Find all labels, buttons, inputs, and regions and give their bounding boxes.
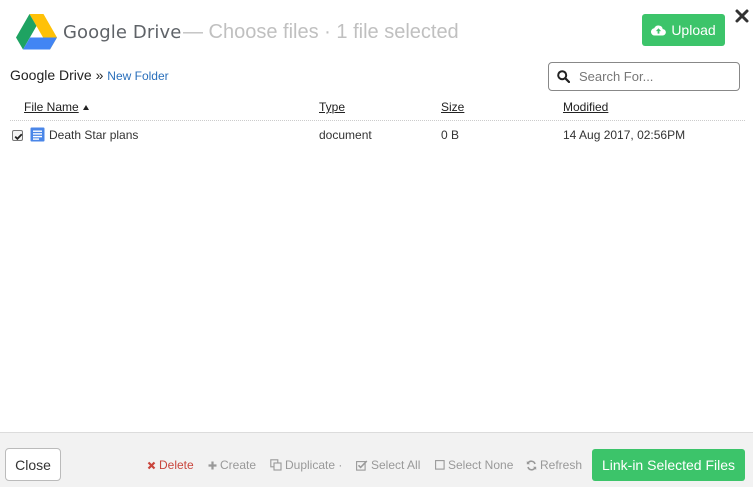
- column-label: File Name: [24, 100, 79, 114]
- file-size: 0 B: [441, 128, 460, 142]
- refresh-button[interactable]: Refresh: [526, 458, 582, 472]
- delete-button[interactable]: Delete: [147, 458, 194, 472]
- column-header-size[interactable]: Size: [441, 100, 464, 114]
- delete-icon: [147, 461, 156, 469]
- table-header: File Name Type Size Modified: [10, 100, 745, 121]
- select-none-button[interactable]: Select None: [435, 458, 513, 472]
- create-label: Create: [220, 458, 257, 472]
- google-drive-logo: [16, 14, 57, 50]
- file-modified: 14 Aug 2017, 02:56PM: [563, 128, 686, 142]
- delete-label: Delete: [159, 458, 194, 472]
- empty-box-icon: [435, 460, 445, 470]
- file-name[interactable]: Death Star plans: [49, 128, 138, 142]
- refresh-label: Refresh: [540, 458, 583, 472]
- upload-button[interactable]: Upload: [642, 14, 725, 46]
- select-all-button[interactable]: Select All: [356, 458, 420, 472]
- checkmark-icon: [14, 133, 23, 141]
- cloud-upload-icon: [651, 25, 667, 36]
- brand-name: Google Drive: [63, 22, 182, 43]
- duplicate-label: Duplicate ·: [285, 458, 343, 472]
- search-input[interactable]: [579, 69, 729, 84]
- dialog-title: — Choose files · 1 file selected: [183, 21, 459, 43]
- document-icon: [30, 127, 45, 142]
- dialog-header: Google Drive — Choose files · 1 file sel…: [0, 0, 753, 62]
- refresh-icon: [526, 459, 537, 471]
- breadcrumb-current[interactable]: New Folder: [107, 69, 168, 83]
- select-none-label: Select None: [448, 458, 514, 472]
- file-type: document: [319, 128, 372, 142]
- close-button[interactable]: Close: [5, 448, 61, 481]
- sort-ascending-icon: [82, 105, 89, 110]
- breadcrumb-root[interactable]: Google Drive: [10, 67, 92, 83]
- upload-label: Upload: [671, 22, 716, 38]
- checked-box-icon: [356, 459, 368, 471]
- row-checkbox[interactable]: [12, 130, 23, 141]
- link-in-selected-files-button[interactable]: Link-in Selected Files: [592, 449, 745, 481]
- search-icon: [557, 70, 570, 83]
- column-header-type[interactable]: Type: [319, 100, 345, 114]
- column-header-file-name[interactable]: File Name: [24, 100, 89, 114]
- search-box[interactable]: [548, 62, 740, 91]
- breadcrumb-separator: »: [95, 67, 104, 83]
- breadcrumb: Google Drive » New Folder: [10, 67, 169, 83]
- duplicate-icon: [270, 459, 282, 471]
- column-header-modified[interactable]: Modified: [563, 100, 608, 114]
- table-row[interactable]: Death Star plans document 0 B 14 Aug 201…: [10, 124, 745, 146]
- close-icon[interactable]: [732, 6, 752, 26]
- plus-icon: [208, 461, 217, 469]
- select-all-label: Select All: [371, 458, 421, 472]
- create-button[interactable]: Create: [208, 458, 256, 472]
- duplicate-button[interactable]: Duplicate ·: [270, 458, 342, 472]
- dialog-footer: Close Delete Create Duplicate · Select A…: [0, 432, 753, 487]
